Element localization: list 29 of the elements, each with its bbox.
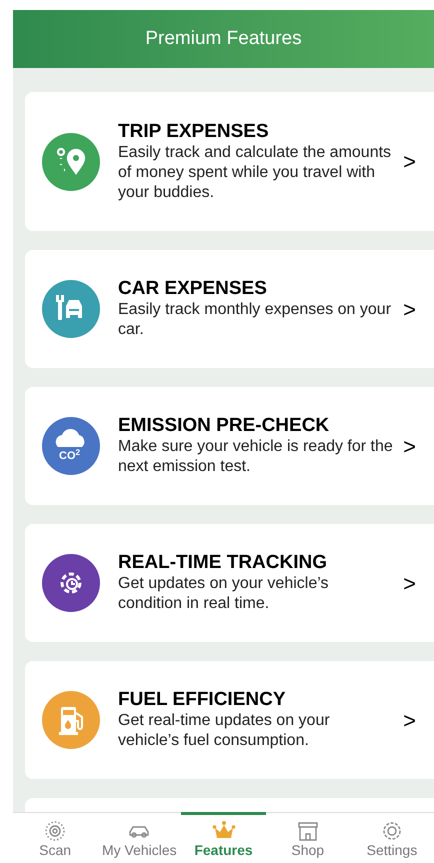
chevron-icon: > — [403, 704, 416, 736]
feature-title: EMISSION PRE-CHECK — [118, 415, 330, 437]
feature-card[interactable]: CAR EXPENSES Easily track monthly expenses on your car. > — [25, 250, 434, 368]
store-icon — [296, 820, 320, 842]
feature-title: REAL-TIME TRACKING — [118, 552, 328, 574]
nav-tab[interactable]: Shop — [266, 812, 350, 863]
nav-tab[interactable]: My Vehicles — [97, 812, 182, 863]
target-icon — [43, 820, 68, 842]
chevron-icon: > — [403, 430, 416, 462]
nav-tab[interactable]: Features — [181, 812, 266, 863]
feature-description: Make sure your vehicle is ready for the next emission test. — [118, 437, 394, 477]
feature-description: Get updates on your vehicle’s condition in real time. — [118, 574, 330, 614]
feature-description: Easily track monthly expenses on your car. — [118, 300, 392, 340]
feature-description: Easily track and calculate the amounts of money spent while you travel with your buddies. — [118, 142, 392, 202]
feature-description: Get real-time updates on your vehicle’s fuel consumption. — [118, 711, 331, 751]
header-title: Premium Features — [145, 26, 302, 51]
feature-card[interactable]: CO$^{2}$ EMISSION PRE-CHECK Make sure your vehicle is ready for the next emission test. > — [25, 387, 434, 505]
co2-label: CO$^{2}$ — [59, 450, 80, 462]
feature-title: FUEL EFFICIENCY — [118, 689, 286, 711]
feature-card[interactable]: REAL-TIME TRACKING Get updates on your vehicle’s condition in real time. > — [25, 524, 434, 642]
chevron-icon: > — [403, 292, 416, 326]
feature-card[interactable]: TRIP EXPENSES Easily track and calculate the amounts of money spent while you travel with your buddies. > — [25, 92, 434, 231]
feature-card[interactable]: FUEL EFFICIENCY Get real-time updates on your vehicle’s fuel consumption. > — [25, 661, 434, 779]
chevron-icon: > — [403, 566, 416, 600]
nav-tab[interactable]: Settings — [350, 812, 434, 863]
feature-title: CAR EXPENSES — [118, 278, 268, 300]
chevron-icon: > — [403, 145, 416, 178]
feature-title: TRIP EXPENSES — [118, 120, 270, 142]
nav-tab[interactable]: Scan — [13, 812, 98, 863]
